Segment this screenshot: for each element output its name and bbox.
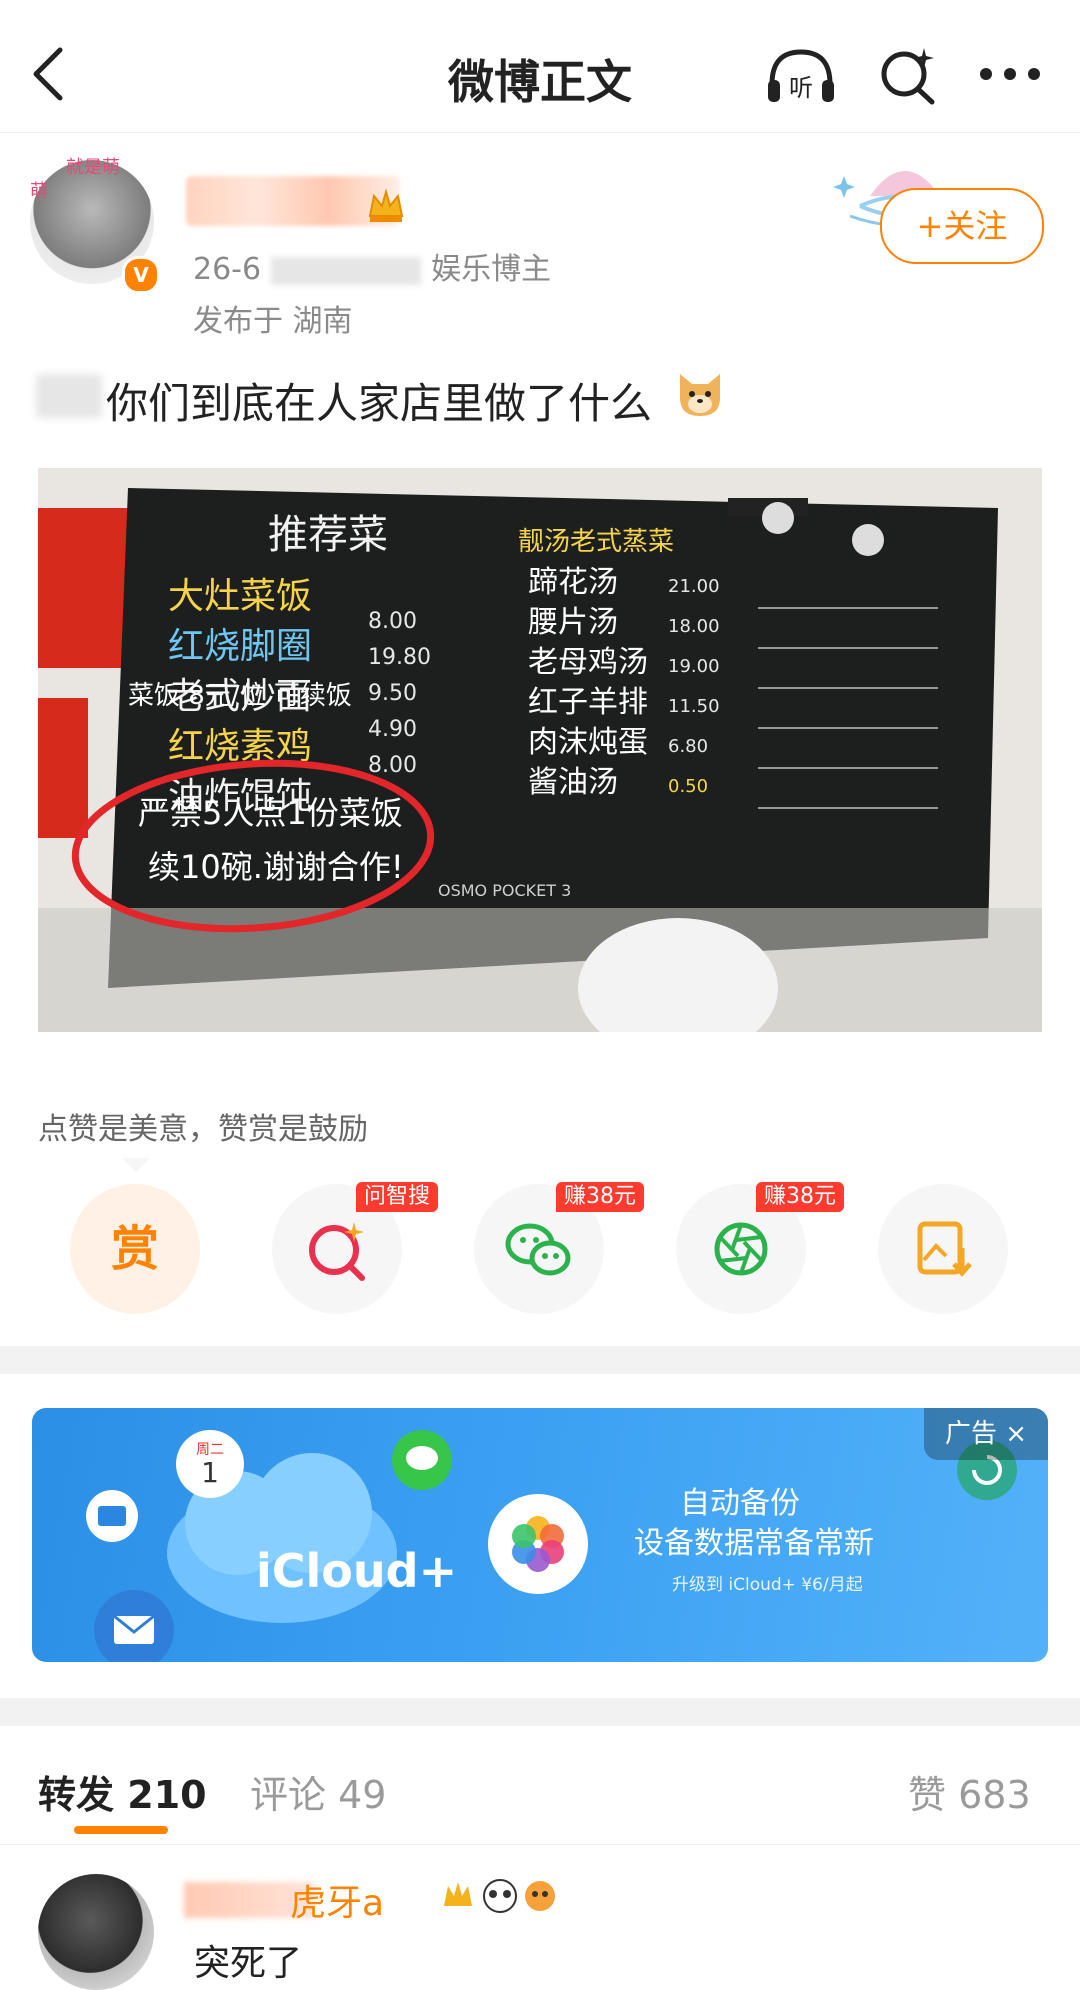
soup-price: 11.50 bbox=[668, 696, 720, 717]
badge-earn: 赚38元 bbox=[556, 1182, 644, 1212]
soup-item: 老母鸡汤 bbox=[528, 645, 648, 680]
section-divider bbox=[0, 1346, 1080, 1374]
tab-like-count: 683 bbox=[958, 1773, 1031, 1817]
follow-button[interactable]: +关注 bbox=[880, 188, 1044, 264]
avatar-tag: 就是萌 bbox=[66, 157, 120, 178]
ad-tag-label: 广告 bbox=[944, 1419, 997, 1449]
post-image[interactable]: 推荐菜 大灶菜饭 红烧脚圈 老式炒面 红烧素鸡 油炸馄饨 菜饭 8元/位 可续饭… bbox=[38, 468, 1042, 1032]
soup-price: 6.80 bbox=[668, 736, 708, 757]
close-icon: × bbox=[1005, 1419, 1028, 1449]
tab-forward-count: 210 bbox=[127, 1773, 207, 1817]
soup-item: 酱油汤 bbox=[528, 765, 618, 800]
tab-forward[interactable]: 转发 210 bbox=[38, 1764, 207, 1819]
ad-banner[interactable]: 周二 1 bbox=[32, 1408, 1048, 1662]
soup-item: 红子羊排 bbox=[528, 685, 648, 720]
camera-watermark: OSMO POCKET 3 bbox=[438, 881, 571, 900]
menu-price: 9.50 bbox=[368, 681, 417, 706]
menu-line1: 菜饭 8元/位 可续饭 bbox=[128, 681, 352, 711]
reward-label: 赏 bbox=[110, 1221, 159, 1277]
ad-brand: iCloud+ bbox=[256, 1544, 458, 1598]
menu-col-1: 大灶菜饭 bbox=[168, 576, 312, 617]
text-blurred bbox=[36, 374, 102, 418]
divider bbox=[0, 1844, 1080, 1845]
badge-earn: 赚38元 bbox=[756, 1182, 844, 1212]
calendar-date: 1 bbox=[201, 1456, 219, 1489]
listen-icon[interactable]: 听 bbox=[764, 46, 838, 106]
soup-price: 18.00 bbox=[668, 616, 720, 637]
reward-caption: 点赞是美意，赞赏是鼓励 bbox=[38, 1112, 368, 1147]
menu-col-2: 红烧脚圈 bbox=[168, 626, 312, 667]
save-image-icon bbox=[917, 1221, 972, 1277]
menu-price: 8.00 bbox=[368, 753, 417, 778]
post-meta: 26-6 娱乐博主 bbox=[193, 244, 551, 288]
tab-comment-count: 49 bbox=[338, 1773, 387, 1817]
soup-item: 肉沫炖蛋 bbox=[528, 725, 648, 760]
notice-line-1: 严禁5人点1份菜饭 bbox=[138, 794, 403, 832]
reward-pointer bbox=[122, 1158, 150, 1172]
forward-username[interactable]: 虎牙a bbox=[290, 1874, 384, 1926]
verified-icon: V bbox=[122, 256, 160, 294]
ad-headline: 自动备份 bbox=[680, 1486, 800, 1521]
notice-line-2: 续10碗.谢谢合作! bbox=[148, 848, 404, 886]
post-date: 26-6 bbox=[193, 252, 262, 287]
author-role: 娱乐博主 bbox=[431, 252, 552, 287]
reward-button[interactable]: 赏 bbox=[70, 1184, 200, 1314]
menu-price: 19.80 bbox=[368, 645, 431, 670]
search-spark-icon[interactable] bbox=[876, 44, 938, 106]
save-image-button[interactable] bbox=[878, 1184, 1008, 1314]
tab-comment-label: 评论 bbox=[250, 1773, 327, 1817]
menu-price: 8.00 bbox=[368, 609, 417, 634]
menu-price: 4.90 bbox=[368, 717, 417, 742]
tab-active-indicator bbox=[74, 1826, 168, 1834]
badge-icons bbox=[444, 1879, 555, 1913]
tab-comment[interactable]: 评论 49 bbox=[250, 1764, 386, 1819]
ad-close-button[interactable]: 广告 × bbox=[924, 1408, 1048, 1460]
post-location: 发布于 湖南 bbox=[193, 304, 353, 339]
avatar-tag: 萌 bbox=[30, 181, 48, 202]
post-text: 你们到底在人家店里做了什么 bbox=[106, 379, 653, 428]
tab-forward-label: 转发 bbox=[38, 1773, 115, 1817]
soup-price: 19.00 bbox=[668, 656, 720, 677]
soup-item: 腰片汤 bbox=[528, 605, 618, 640]
soup-price: 0.50 bbox=[668, 776, 708, 797]
soup-price: 21.00 bbox=[668, 576, 720, 597]
soup-title: 靓汤老式蒸菜 bbox=[518, 527, 674, 557]
ad-subheadline: 设备数据常备常新 bbox=[634, 1526, 874, 1561]
date-blurred bbox=[271, 256, 422, 285]
board-title: 推荐菜 bbox=[268, 512, 388, 558]
tab-like[interactable]: 赞 683 bbox=[908, 1764, 1031, 1819]
badge-ai-search: 问智搜 bbox=[356, 1182, 439, 1212]
forward-avatar[interactable] bbox=[38, 1874, 154, 1990]
more-icon[interactable] bbox=[978, 62, 1042, 86]
svg-text:听: 听 bbox=[789, 74, 813, 102]
tab-like-label: 赞 bbox=[908, 1773, 947, 1817]
dog-emoji-icon bbox=[680, 374, 720, 416]
section-divider bbox=[0, 1698, 1080, 1726]
ad-price: 升级到 iCloud+ ¥6/月起 bbox=[672, 1575, 863, 1595]
forward-text: 突死了 bbox=[194, 1943, 303, 1984]
crown-icon bbox=[368, 188, 404, 222]
soup-item: 蹄花汤 bbox=[528, 565, 618, 600]
